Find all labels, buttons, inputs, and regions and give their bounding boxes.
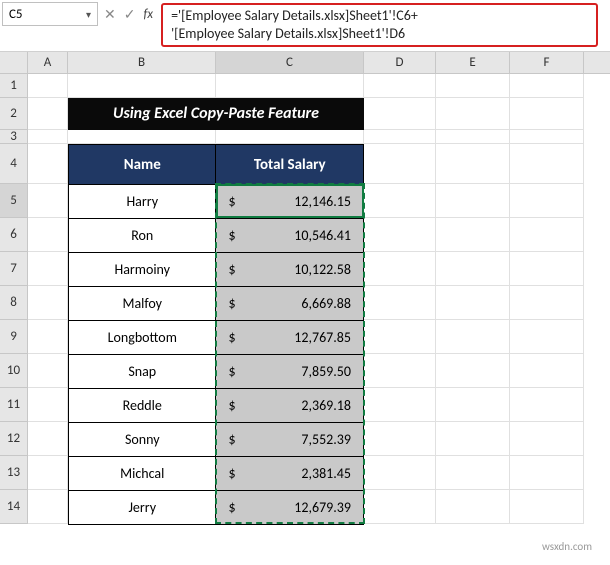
table-row[interactable]: Sonny$7,552.39 <box>69 423 364 457</box>
fx-icon[interactable]: fx <box>143 7 153 22</box>
formula-bar-buttons: ✕ ✓ fx <box>104 2 153 26</box>
currency-symbol: $ <box>224 329 235 346</box>
formula-line-1: ='[Employee Salary Details.xlsx]Sheet1'!… <box>171 7 588 25</box>
salary-table: Name Total Salary Harry$12,146.15Ron$10,… <box>68 144 364 525</box>
cell-salary[interactable]: $7,552.39 <box>216 423 364 457</box>
table-row[interactable]: Harmoiny$10,122.58 <box>69 253 364 287</box>
name-box-value: C5 <box>9 7 86 22</box>
col-header-e[interactable]: E <box>436 52 510 73</box>
currency-symbol: $ <box>224 295 235 312</box>
table-row[interactable]: Ron$10,546.41 <box>69 219 364 253</box>
cells-area[interactable]: Using Excel Copy-Paste Feature Name Tota… <box>28 74 610 524</box>
row-header-4[interactable]: 4 <box>0 144 28 184</box>
col-header-c[interactable]: C <box>216 52 364 73</box>
cell-salary[interactable]: $12,767.85 <box>216 321 364 355</box>
currency-symbol: $ <box>224 397 235 414</box>
row-header-11[interactable]: 11 <box>0 388 28 422</box>
row-header-7[interactable]: 7 <box>0 252 28 286</box>
sheet-title: Using Excel Copy-Paste Feature <box>68 98 364 130</box>
cancel-icon[interactable]: ✕ <box>104 6 116 23</box>
salary-value: 10,122.58 <box>294 261 355 278</box>
row-header-10[interactable]: 10 <box>0 354 28 388</box>
cell-salary[interactable]: $7,859.50 <box>216 355 364 389</box>
currency-symbol: $ <box>224 227 235 244</box>
grid-body: 1 2 3 4 5 6 7 8 9 10 11 12 13 14 Using E… <box>0 74 610 524</box>
cell-name[interactable]: Ron <box>69 219 216 253</box>
row-header-1[interactable]: 1 <box>0 74 28 98</box>
salary-value: 6,669.88 <box>301 295 355 312</box>
select-all-corner[interactable] <box>0 52 28 73</box>
cell-salary[interactable]: $2,369.18 <box>216 389 364 423</box>
formula-line-2: '[Employee Salary Details.xlsx]Sheet1'!D… <box>171 25 588 43</box>
row-header-8[interactable]: 8 <box>0 286 28 320</box>
cell-name[interactable]: Harmoiny <box>69 253 216 287</box>
row-headers: 1 2 3 4 5 6 7 8 9 10 11 12 13 14 <box>0 74 28 524</box>
currency-symbol: $ <box>224 499 235 516</box>
table-row[interactable]: Reddle$2,369.18 <box>69 389 364 423</box>
cell-salary[interactable]: $12,679.39 <box>216 491 364 525</box>
salary-value: 12,679.39 <box>294 499 355 516</box>
row-header-12[interactable]: 12 <box>0 422 28 456</box>
cell-name[interactable]: Harry <box>69 185 216 219</box>
watermark: wsxdn.com <box>542 540 592 553</box>
table-row[interactable]: Snap$7,859.50 <box>69 355 364 389</box>
confirm-icon[interactable]: ✓ <box>124 6 136 23</box>
cell-salary[interactable]: $10,122.58 <box>216 253 364 287</box>
column-headers: A B C D E F <box>0 52 610 74</box>
currency-symbol: $ <box>224 431 235 448</box>
row-header-2[interactable]: 2 <box>0 98 28 130</box>
cell-salary[interactable]: $10,546.41 <box>216 219 364 253</box>
row-header-6[interactable]: 6 <box>0 218 28 252</box>
cell-name[interactable]: Snap <box>69 355 216 389</box>
cell-name[interactable]: Sonny <box>69 423 216 457</box>
salary-value: 10,546.41 <box>294 227 355 244</box>
cell-name[interactable]: Malfoy <box>69 287 216 321</box>
salary-value: 7,552.39 <box>301 431 355 448</box>
formula-bar-row: C5 ▾ ✕ ✓ fx ='[Employee Salary Details.x… <box>0 0 610 52</box>
row-header-14[interactable]: 14 <box>0 490 28 524</box>
cell-salary[interactable]: $12,146.15 <box>216 185 364 219</box>
header-salary[interactable]: Total Salary <box>216 145 364 185</box>
cell-name[interactable]: Michcal <box>69 457 216 491</box>
currency-symbol: $ <box>224 193 235 210</box>
row-header-9[interactable]: 9 <box>0 320 28 354</box>
name-box-dropdown-icon[interactable]: ▾ <box>86 8 91 21</box>
cell-name[interactable]: Reddle <box>69 389 216 423</box>
salary-value: 2,369.18 <box>301 397 355 414</box>
formula-bar[interactable]: ='[Employee Salary Details.xlsx]Sheet1'!… <box>161 3 598 47</box>
name-box[interactable]: C5 ▾ <box>2 2 98 26</box>
row-header-5[interactable]: 5 <box>0 184 28 218</box>
table-row[interactable]: Harry$12,146.15 <box>69 185 364 219</box>
cell-salary[interactable]: $6,669.88 <box>216 287 364 321</box>
salary-value: 12,146.15 <box>294 193 355 210</box>
cell-name[interactable]: Longbottom <box>69 321 216 355</box>
row-header-3[interactable]: 3 <box>0 130 28 144</box>
table-row[interactable]: Longbottom$12,767.85 <box>69 321 364 355</box>
currency-symbol: $ <box>224 261 235 278</box>
table-row[interactable]: Malfoy$6,669.88 <box>69 287 364 321</box>
cell-salary[interactable]: $2,381.45 <box>216 457 364 491</box>
table-row[interactable]: Michcal$2,381.45 <box>69 457 364 491</box>
salary-value: 7,859.50 <box>301 363 355 380</box>
salary-value: 2,381.45 <box>301 465 355 482</box>
header-name[interactable]: Name <box>69 145 216 185</box>
salary-value: 12,767.85 <box>294 329 355 346</box>
cell-name[interactable]: Jerry <box>69 491 216 525</box>
row-header-13[interactable]: 13 <box>0 456 28 490</box>
currency-symbol: $ <box>224 363 235 380</box>
table-header-row: Name Total Salary <box>69 145 364 185</box>
col-header-d[interactable]: D <box>364 52 436 73</box>
col-header-f[interactable]: F <box>510 52 584 73</box>
col-header-a[interactable]: A <box>28 52 68 73</box>
table-row[interactable]: Jerry$12,679.39 <box>69 491 364 525</box>
col-header-b[interactable]: B <box>68 52 216 73</box>
currency-symbol: $ <box>224 465 235 482</box>
